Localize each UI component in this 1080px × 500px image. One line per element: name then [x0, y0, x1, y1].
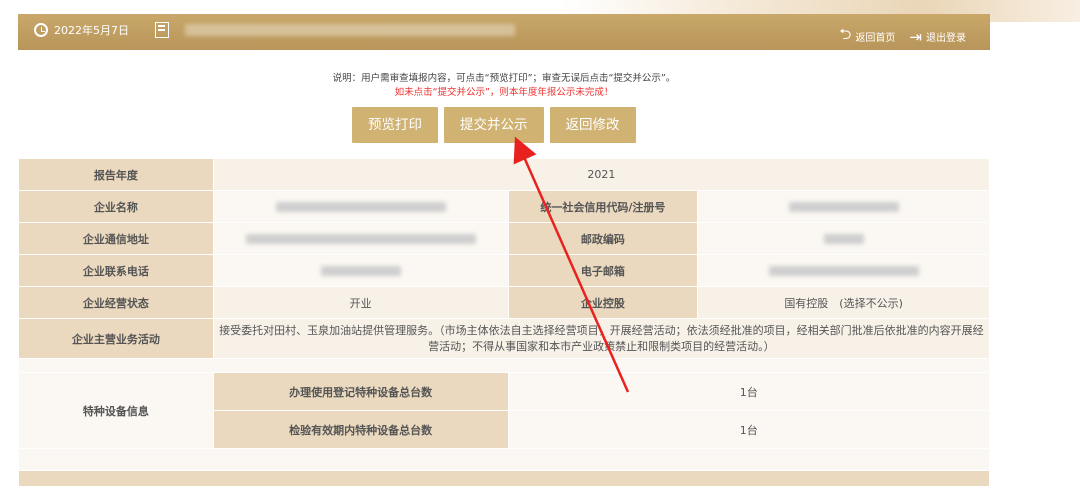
instruction-note: 说明：用户需审查填报内容，可点击“预览打印”；审查无误后点击“提交并公示”。	[332, 73, 676, 84]
home-link[interactable]: ⮌ 返回首页	[839, 24, 895, 49]
equipment-inspected-label: 检验有效期内特种设备总台数	[212, 410, 509, 449]
phone-value	[212, 254, 509, 287]
return-arrow-icon: ⮌	[839, 25, 852, 43]
action-buttons: 预览打印 提交并公示 返回修改	[352, 107, 636, 143]
logout-icon: ⇥	[909, 27, 922, 46]
credit-code-value	[697, 190, 990, 223]
email-value	[697, 254, 990, 287]
equipment-label: 特种设备信息	[18, 372, 214, 449]
top-bar: 2022年5月7日 ⮌ 返回首页 ⇥ 退出登录	[18, 14, 990, 50]
home-link-label: 返回首页	[855, 33, 896, 44]
phone-label: 企业联系电话	[18, 254, 214, 287]
company-name-value	[212, 190, 509, 223]
preview-print-button[interactable]: 预览打印	[352, 107, 438, 143]
back-edit-button[interactable]: 返回修改	[549, 107, 636, 143]
table-spacer-bottom	[18, 448, 990, 471]
report-info-table: 报告年度 2021 企业名称 统一社会信用代码/注册号 企业通信地址 邮政编码 …	[18, 158, 991, 487]
equipment-registered-value: 1台	[507, 372, 991, 411]
business-label: 企业主营业务活动	[18, 318, 214, 359]
company-name-label: 企业名称	[18, 190, 214, 223]
status-value: 开业	[212, 286, 509, 319]
address-label: 企业通信地址	[18, 222, 214, 255]
year-value: 2021	[212, 158, 991, 191]
year-label: 报告年度	[18, 158, 214, 191]
table-spacer	[18, 358, 990, 373]
logout-link[interactable]: ⇥ 退出登录	[909, 28, 966, 46]
submit-publish-button[interactable]: 提交并公示	[444, 107, 544, 143]
instruction-warning: 如未点击“提交并公示”，则本年度年报公示未完成！	[394, 87, 614, 98]
holding-label: 企业控股	[507, 286, 699, 319]
next-section-header	[18, 470, 990, 487]
current-date: 2022年5月7日	[54, 24, 129, 37]
equipment-registered-label: 办理使用登记特种设备总台数	[212, 372, 509, 411]
postcode-label: 邮政编码	[507, 222, 699, 255]
credit-code-label: 统一社会信用代码/注册号	[507, 190, 699, 223]
building-icon	[155, 22, 169, 38]
address-value	[212, 222, 509, 255]
postcode-value	[697, 222, 990, 255]
email-label: 电子邮箱	[507, 254, 699, 287]
redacted-company-title	[185, 24, 515, 36]
business-value: 接受委托对田村、玉泉加油站提供管理服务。（市场主体依法自主选择经营项目，开展经营…	[212, 318, 991, 359]
equipment-inspected-value: 1台	[507, 410, 991, 449]
holding-value: 国有控股 (选择不公示)	[697, 286, 990, 319]
logout-link-label: 退出登录	[926, 33, 966, 44]
clock-icon	[34, 23, 48, 37]
status-label: 企业经营状态	[18, 286, 214, 319]
